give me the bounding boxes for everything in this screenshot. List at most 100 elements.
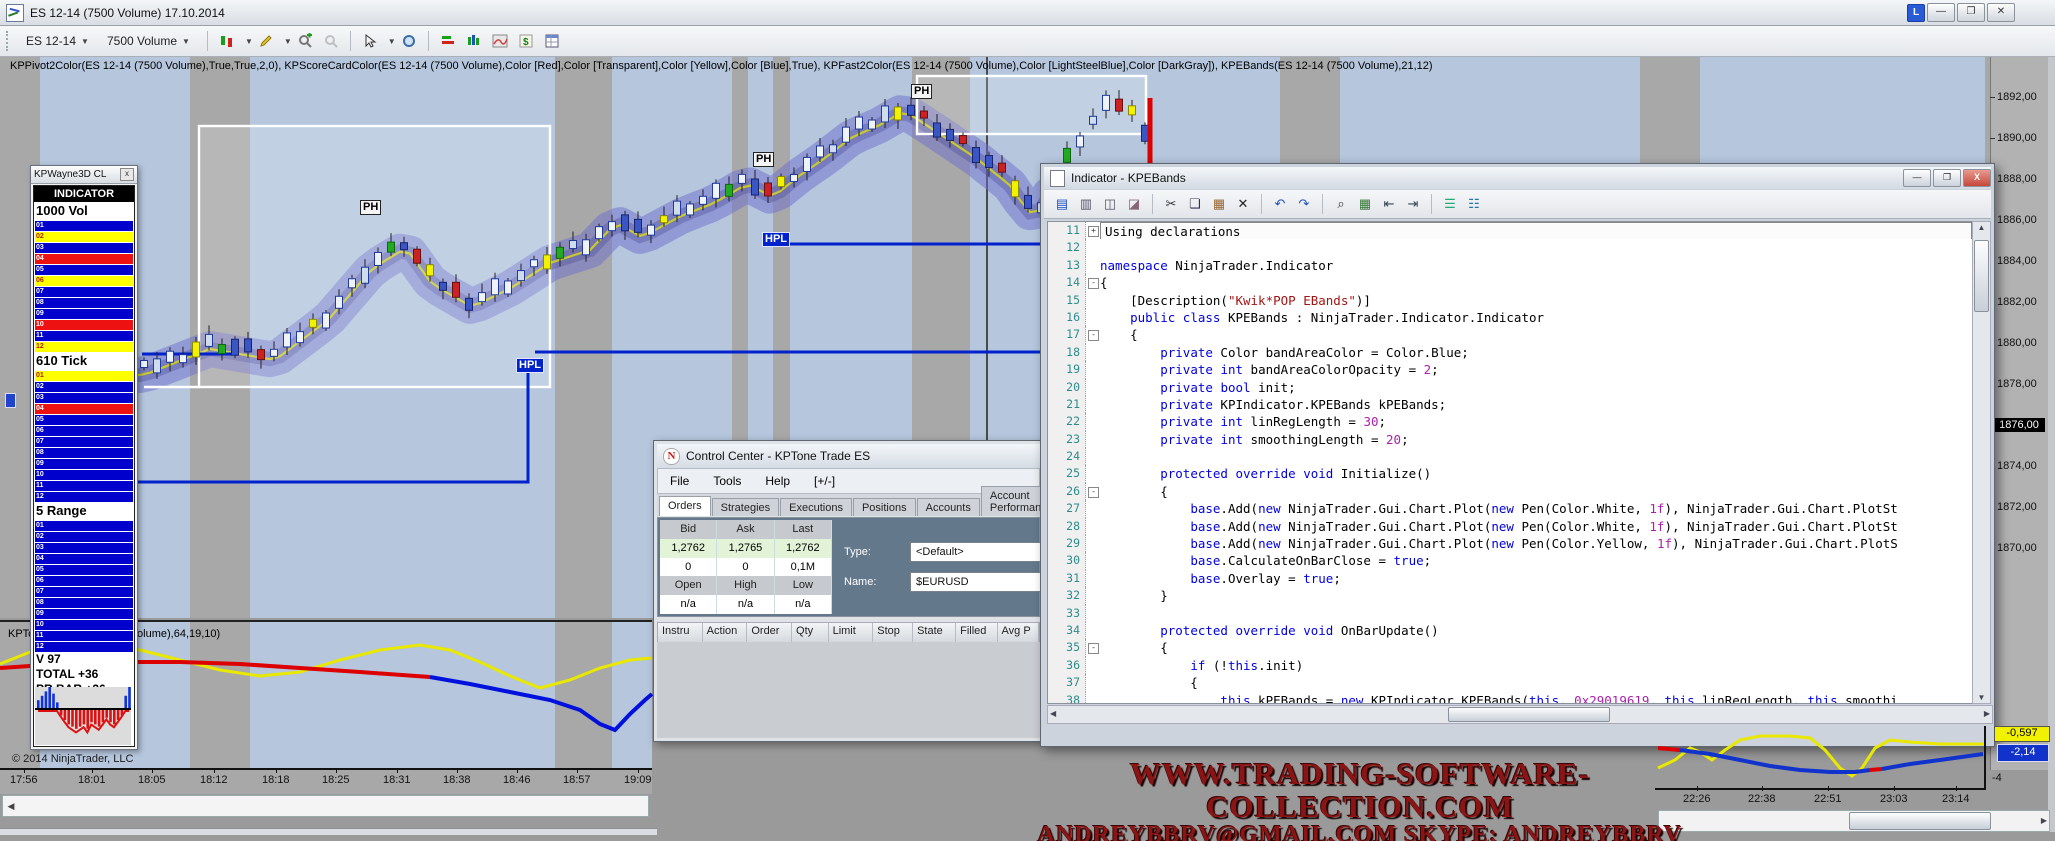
chart-style-button[interactable] bbox=[216, 31, 238, 51]
horizontal-scroll-thumb[interactable] bbox=[1448, 707, 1610, 722]
toolbar-grip[interactable] bbox=[6, 31, 13, 51]
orders-column-stop[interactable]: Stop bbox=[873, 623, 913, 643]
kpwayne3d-signal-row: 03 bbox=[35, 542, 133, 553]
find-icon[interactable]: ⌕ bbox=[1330, 194, 1352, 214]
menu-item-tools[interactable]: Tools bbox=[701, 474, 753, 488]
orders-column-qty[interactable]: Qty bbox=[792, 623, 829, 643]
orders-column-action[interactable]: Action bbox=[703, 623, 748, 643]
indicator-editor-window[interactable]: Indicator - KPEBands — ❐ X ▤▥◫◪✂❏▦✕↶↷⌕▦⇤… bbox=[1040, 163, 1995, 747]
editor-horizontal-scrollbar[interactable]: ◀ ▶ bbox=[1047, 705, 1993, 724]
scroll-right-arrow-icon[interactable]: ▶ bbox=[1984, 709, 1990, 718]
tab-accounts[interactable]: Accounts bbox=[917, 498, 980, 516]
orders-column-order[interactable]: Order bbox=[747, 623, 792, 643]
outdent-icon[interactable]: ⇤ bbox=[1378, 194, 1400, 214]
window-right-frame bbox=[2048, 57, 2055, 832]
chevron-down-icon[interactable]: ▼ bbox=[388, 37, 396, 46]
fold-column bbox=[1086, 344, 1100, 361]
minimize-button[interactable]: — bbox=[1927, 3, 1955, 22]
orders-column-avg-p[interactable]: Avg P bbox=[998, 623, 1039, 643]
delete-icon[interactable]: ✕ bbox=[1232, 194, 1254, 214]
chevron-down-icon[interactable]: ▼ bbox=[245, 37, 253, 46]
paste-icon[interactable]: ▦ bbox=[1208, 194, 1230, 214]
fold-collapse-icon[interactable]: - bbox=[1088, 643, 1099, 654]
control-center-window[interactable]: N Control Center - KPTone Trade ES FileT… bbox=[653, 440, 1044, 742]
align-icon[interactable]: ☰ bbox=[1439, 194, 1461, 214]
kpwayne3d-signal-row: 10 bbox=[35, 469, 133, 480]
scroll-left-arrow-icon[interactable]: ◀ bbox=[1050, 709, 1056, 718]
chart-horizontal-scrollbar[interactable]: ◀ bbox=[2, 795, 649, 817]
fold-collapse-icon[interactable]: - bbox=[1088, 487, 1099, 498]
editor-restore-button[interactable]: ❐ bbox=[1933, 169, 1961, 187]
menu-item-help[interactable]: Help bbox=[753, 474, 802, 488]
close-button[interactable]: ✕ bbox=[1987, 3, 2015, 22]
close-icon[interactable]: x bbox=[120, 168, 134, 181]
redo-icon[interactable]: ↷ bbox=[1293, 194, 1315, 214]
cut-icon[interactable]: ✂ bbox=[1160, 194, 1182, 214]
scroll-down-arrow-icon[interactable]: ▼ bbox=[1973, 693, 1990, 702]
vertical-scroll-thumb[interactable] bbox=[1974, 240, 1989, 312]
maximize-button[interactable]: ❐ bbox=[1957, 3, 1985, 22]
scroll-left-arrow-icon[interactable]: ◀ bbox=[3, 798, 19, 814]
orders-column-limit[interactable]: Limit bbox=[829, 623, 874, 643]
drawing-tools-button[interactable] bbox=[255, 31, 277, 51]
tab-orders[interactable]: Orders bbox=[659, 496, 711, 516]
mini-scroll-thumb[interactable] bbox=[1849, 812, 1991, 830]
new-chart-button[interactable] bbox=[463, 31, 485, 51]
time-axis[interactable]: 17:5618:0118:0518:1218:1818:2518:3118:38… bbox=[0, 768, 652, 794]
kpwayne3d-signal-row: 05 bbox=[35, 264, 133, 275]
fold-collapse-icon[interactable]: - bbox=[1088, 278, 1099, 289]
orders-table-body[interactable] bbox=[657, 642, 1040, 738]
menu-item-file[interactable]: File bbox=[658, 474, 701, 488]
undo-icon[interactable]: ↶ bbox=[1269, 194, 1291, 214]
cursor-tool-button[interactable] bbox=[359, 31, 381, 51]
chevron-down-icon[interactable]: ▼ bbox=[284, 37, 292, 46]
editor-minimize-button[interactable]: — bbox=[1903, 169, 1931, 187]
menu-item-[interactable]: [+/-] bbox=[802, 474, 847, 488]
instrument-dropdown[interactable]: ES 12-14 ▼ bbox=[19, 31, 96, 51]
kpwayne3d-title-bar[interactable]: KPWayne3D CL x bbox=[31, 166, 137, 184]
kpwayne3d-panel[interactable]: KPWayne3D CL x INDICATOR 1000 Vol0102030… bbox=[30, 165, 138, 750]
orders-column-state[interactable]: State bbox=[913, 623, 956, 643]
code-line: 25 protected override void Initialize() bbox=[1048, 465, 1972, 482]
data-box-button[interactable] bbox=[398, 31, 420, 51]
zoom-out-button[interactable] bbox=[320, 31, 342, 51]
copy-icon[interactable]: ❏ bbox=[1184, 194, 1206, 214]
scroll-up-arrow-icon[interactable]: ▲ bbox=[1973, 223, 1990, 232]
account-data-button[interactable]: $ bbox=[515, 31, 537, 51]
indent-icon[interactable]: ⇥ bbox=[1402, 194, 1424, 214]
editor-vertical-scrollbar[interactable]: ▲ ▼ bbox=[1972, 221, 1991, 704]
market-analyzer-button[interactable] bbox=[437, 31, 459, 51]
price-axis[interactable]: 1892,001890,001888,001886,001884,001882,… bbox=[1990, 57, 2049, 770]
language-button[interactable]: L bbox=[1907, 4, 1925, 22]
data-grid-button[interactable] bbox=[541, 31, 563, 51]
goto-icon[interactable]: ▦ bbox=[1354, 194, 1376, 214]
fold-collapse-icon[interactable]: - bbox=[1088, 330, 1099, 341]
orders-column-instru[interactable]: Instru bbox=[658, 623, 703, 643]
instrument-name-value: $EURUSD bbox=[916, 576, 969, 588]
print-preview-icon[interactable]: ◫ bbox=[1099, 194, 1121, 214]
chart-trader-button[interactable] bbox=[489, 31, 511, 51]
main-title-bar[interactable]: ES 12-14 (7500 Volume) 17.10.2014 L — ❐ … bbox=[0, 0, 2055, 26]
print-icon[interactable]: ▥ bbox=[1075, 194, 1097, 214]
orders-column-filled[interactable]: Filled bbox=[956, 623, 997, 643]
editor-close-button[interactable]: X bbox=[1963, 169, 1991, 187]
quote-row: OpenHighLow bbox=[660, 576, 832, 595]
collapsed-region[interactable]: Using declarations bbox=[1100, 222, 1972, 239]
interval-dropdown[interactable]: 7500 Volume ▼ bbox=[100, 31, 197, 51]
scroll-right-arrow-icon[interactable]: ▶ bbox=[2041, 816, 2047, 825]
find-file-icon[interactable]: ◪ bbox=[1123, 194, 1145, 214]
tab-strategies[interactable]: Strategies bbox=[712, 498, 780, 516]
code-line: 27 base.Add(new NinjaTrader.Gui.Chart.Pl… bbox=[1048, 500, 1972, 517]
tab-executions[interactable]: Executions bbox=[780, 498, 852, 516]
control-center-title-bar[interactable]: N Control Center - KPTone Trade ES bbox=[657, 444, 1040, 468]
editor-title-bar[interactable]: Indicator - KPEBands — ❐ X bbox=[1044, 167, 1991, 189]
sort-icon[interactable]: ☷ bbox=[1463, 194, 1485, 214]
zoom-in-button[interactable] bbox=[294, 31, 316, 51]
code-line: 31 base.Overlay = true; bbox=[1048, 570, 1972, 587]
save-icon[interactable]: ▤ bbox=[1051, 194, 1073, 214]
code-area[interactable]: 11+Using declarations1213namespace Ninja… bbox=[1047, 221, 1973, 704]
tab-positions[interactable]: Positions bbox=[853, 498, 916, 516]
current-price-tag: 1876,00 bbox=[1993, 418, 2045, 432]
fold-expand-icon[interactable]: + bbox=[1088, 226, 1099, 237]
orders-table-header[interactable]: InstruActionOrderQtyLimitStopStateFilled… bbox=[657, 622, 1040, 644]
